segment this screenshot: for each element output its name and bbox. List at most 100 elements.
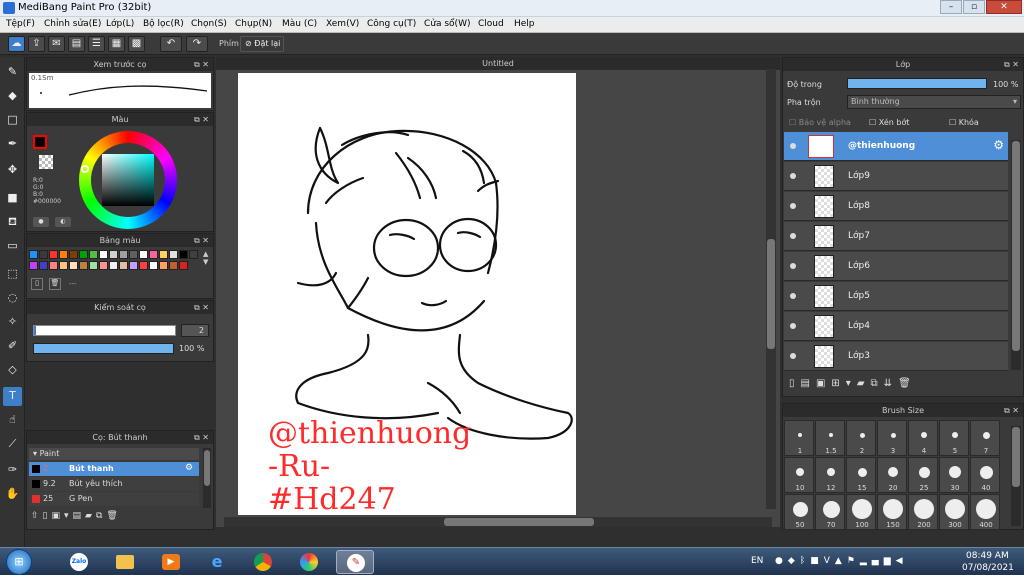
menu-select[interactable]: Chọn(S) <box>191 19 227 29</box>
palette-swatch[interactable] <box>29 250 38 259</box>
panel-close-icon[interactable]: ⧉ ✕ <box>1004 58 1019 71</box>
undo-icon[interactable]: ↶ <box>160 36 182 52</box>
palette-swatch[interactable] <box>59 261 68 270</box>
new-palette-icon[interactable]: ▯ <box>31 278 43 290</box>
gradient-tool-icon[interactable]: ▭ <box>3 237 22 256</box>
start-button[interactable]: ⊞ <box>6 549 32 575</box>
canvas-horizontal-scrollbar[interactable] <box>224 517 772 527</box>
fill-rect-tool-icon[interactable]: ■ <box>3 189 22 208</box>
menu-help[interactable]: Help <box>514 19 535 29</box>
folder-icon[interactable]: ▰ <box>857 378 871 389</box>
select-eraser-tool-icon[interactable]: ◇ <box>3 361 22 380</box>
text-tool-icon[interactable]: T <box>3 387 22 406</box>
hue-marker[interactable] <box>81 165 89 173</box>
panel-close-icon[interactable]: ⧉ ✕ <box>194 113 209 126</box>
delete-layer-icon[interactable]: 🗑 <box>898 378 917 389</box>
bluetooth-icon[interactable]: ᛒ <box>800 556 810 566</box>
color-swap-button[interactable]: ◐ <box>55 217 71 227</box>
eye-icon[interactable] <box>790 143 796 149</box>
palette-swatch[interactable] <box>179 250 188 259</box>
new-layer-8bit-icon[interactable]: ▣ <box>816 378 831 389</box>
document-icon[interactable]: ▤ <box>68 36 85 52</box>
add-brush-icon[interactable]: ⇧ <box>31 511 43 521</box>
palette-swatch[interactable] <box>59 250 68 259</box>
brush-item[interactable]: 25 G Pen <box>29 492 199 506</box>
duplicate-icon[interactable]: ⧉ <box>96 511 106 521</box>
lasso-tool-icon[interactable]: ◌ <box>3 289 22 308</box>
layer-row[interactable]: Lớp7 <box>784 222 1008 251</box>
palette-swatch[interactable] <box>79 261 88 270</box>
palette-swatch[interactable] <box>139 250 148 259</box>
hand-tool-icon[interactable]: ✋ <box>3 485 22 504</box>
layer-row[interactable]: Lớp4 <box>784 312 1008 341</box>
palette-swatch[interactable] <box>89 250 98 259</box>
palette-swatch[interactable] <box>29 261 38 270</box>
brush-size-cell[interactable]: 5 <box>939 420 969 456</box>
taskbar-app-paint[interactable] <box>290 550 328 574</box>
menu-color[interactable]: Màu (C) <box>282 19 317 29</box>
divide-tool-icon[interactable]: ⟋ <box>3 435 22 454</box>
menu-view[interactable]: Xem(V) <box>326 19 359 29</box>
flag-icon[interactable]: ⚑ <box>847 556 860 566</box>
brush-menu-icon[interactable]: ▣▾ <box>52 511 73 521</box>
palette-swatch[interactable] <box>49 261 58 270</box>
folder-icon[interactable]: ▰ <box>85 511 96 521</box>
palette-swatch[interactable] <box>129 250 138 259</box>
palette-swatch[interactable] <box>159 250 168 259</box>
dot-tool-icon[interactable]: ✒ <box>3 135 22 154</box>
reset-button[interactable]: ⊘ Đặt lại <box>240 36 284 52</box>
palette-swatch[interactable] <box>69 261 78 270</box>
palette-swatch[interactable] <box>79 250 88 259</box>
layer-row[interactable]: Lớp3 <box>784 342 1008 371</box>
copy-brush-icon[interactable]: ▤ <box>73 511 86 521</box>
new-layer-icon[interactable]: ▯ <box>789 378 801 389</box>
background-color-swatch[interactable] <box>39 155 53 169</box>
brush-opacity-slider[interactable] <box>33 343 174 354</box>
clock-time[interactable]: 08:49 AM <box>966 551 1009 561</box>
brush-size-cell[interactable]: 400 <box>970 494 1000 530</box>
hue-ring[interactable] <box>79 131 177 229</box>
brush-size-cell[interactable]: 200 <box>908 494 938 530</box>
palette-swatch[interactable] <box>109 250 118 259</box>
grid-icon[interactable]: ▩ <box>128 36 145 52</box>
palette-swatch[interactable] <box>149 261 158 270</box>
menu-cloud[interactable]: Cloud <box>478 19 504 29</box>
brush-size-cell[interactable]: 40 <box>970 457 1000 493</box>
layer-settings-icon[interactable]: ⚙ <box>993 138 1004 152</box>
merge-layer-icon[interactable]: ⇊ <box>884 378 898 389</box>
menu-edit[interactable]: Chỉnh sửa(E) <box>44 19 101 29</box>
minimize-button[interactable]: – <box>940 0 962 14</box>
tray-app-icon[interactable]: ● <box>775 556 788 566</box>
brush-size-cell[interactable]: 1 <box>784 420 814 456</box>
palette-swatch[interactable] <box>39 250 48 259</box>
layer-scrollbar[interactable] <box>1011 140 1021 370</box>
clock-date[interactable]: 07/08/2021 <box>962 563 1014 573</box>
magic-wand-tool-icon[interactable]: ✧ <box>3 313 22 332</box>
palette-swatch[interactable] <box>159 261 168 270</box>
taskbar-app-media[interactable]: ▶ <box>152 550 190 574</box>
palette-swatch[interactable] <box>139 261 148 270</box>
tray-app-icon[interactable]: ◆ <box>788 556 800 566</box>
eye-icon[interactable] <box>790 323 796 329</box>
eye-icon[interactable] <box>790 353 796 359</box>
palette-swatches[interactable] <box>29 250 201 272</box>
brush-size-cell[interactable]: 3 <box>877 420 907 456</box>
palette-swatch[interactable] <box>99 250 108 259</box>
palette-swatch[interactable] <box>69 250 78 259</box>
brush-size-value[interactable]: 2 <box>181 324 209 337</box>
eye-icon[interactable] <box>790 173 796 179</box>
brush-size-cell[interactable]: 12 <box>815 457 845 493</box>
select-pen-tool-icon[interactable]: ✐ <box>3 337 22 356</box>
layer-row[interactable]: Lớp5 <box>784 282 1008 311</box>
brush-size-cell[interactable]: 70 <box>815 494 845 530</box>
redo-icon[interactable]: ↷ <box>186 36 208 52</box>
palette-swatch[interactable] <box>89 261 98 270</box>
rectangle-tool-icon[interactable]: □ <box>3 111 22 130</box>
drawing-canvas[interactable]: @thienhuong -Ru- #Hd247 <box>238 73 576 515</box>
share-icon[interactable]: ⇪ <box>28 36 45 52</box>
menu-file[interactable]: Tệp(F) <box>6 19 35 29</box>
brush-size-cell[interactable]: 300 <box>939 494 969 530</box>
document-tab[interactable]: Untitled <box>216 57 780 70</box>
material-icon[interactable]: ▦ <box>108 36 125 52</box>
brush-size-cell[interactable]: 4 <box>908 420 938 456</box>
